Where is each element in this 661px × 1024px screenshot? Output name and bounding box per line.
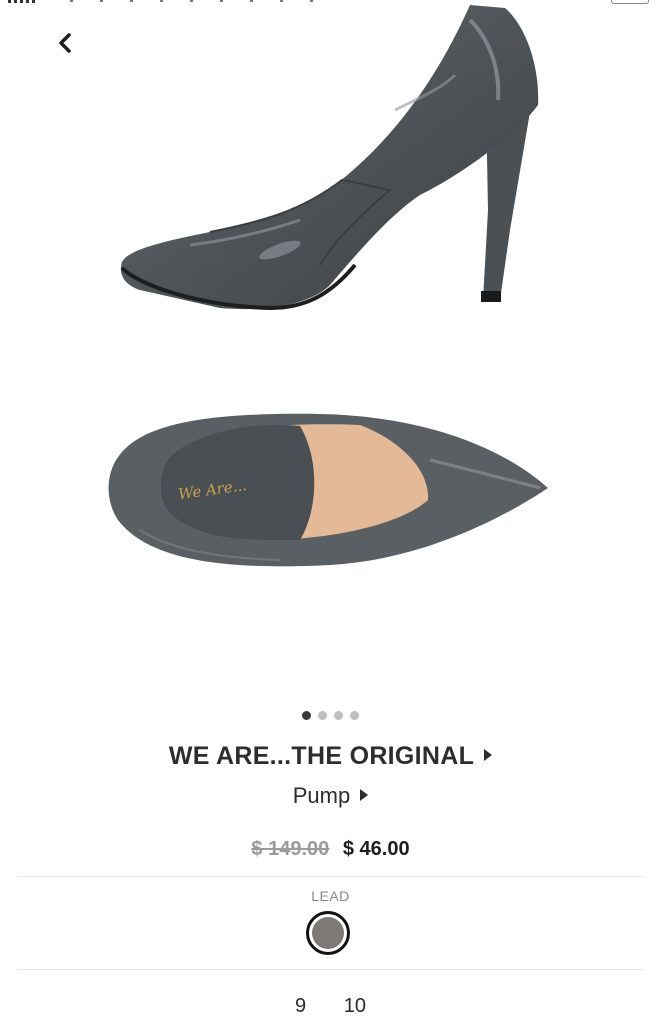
sale-price: $ 46.00 — [342, 838, 410, 860]
category-link[interactable]: Pump — [0, 783, 661, 809]
pager-dot[interactable] — [318, 711, 327, 720]
price-block: $ 149.00 $ 46.00 — [0, 838, 661, 861]
chevron-left-icon — [59, 33, 71, 53]
product-image-side-view — [120, 5, 539, 311]
pager-dot[interactable] — [350, 711, 359, 720]
product-image-top-view: We Are... — [108, 413, 548, 567]
divider — [18, 969, 643, 970]
brand-name: WE ARE...THE ORIGINAL — [168, 742, 475, 770]
triangle-right-icon — [360, 789, 369, 802]
pager-dot[interactable] — [302, 711, 311, 720]
image-pager[interactable] — [0, 711, 661, 723]
original-price: $ 149.00 — [251, 838, 330, 860]
color-swatch-lead[interactable] — [306, 911, 350, 955]
size-option[interactable]: 10 — [344, 995, 366, 1018]
back-button[interactable] — [50, 28, 80, 58]
size-option[interactable]: 9 — [295, 995, 306, 1018]
color-name: LEAD — [311, 888, 350, 904]
divider — [18, 876, 643, 877]
brand-link[interactable]: WE ARE...THE ORIGINAL — [0, 742, 661, 771]
triangle-right-icon — [484, 749, 493, 762]
product-image-gallery[interactable]: We Are... — [0, 0, 661, 690]
color-swatch-fill — [312, 917, 344, 949]
category-name: Pump — [292, 783, 351, 808]
size-selector[interactable]: 9 10 — [0, 995, 661, 1018]
pager-dot[interactable] — [334, 711, 343, 720]
